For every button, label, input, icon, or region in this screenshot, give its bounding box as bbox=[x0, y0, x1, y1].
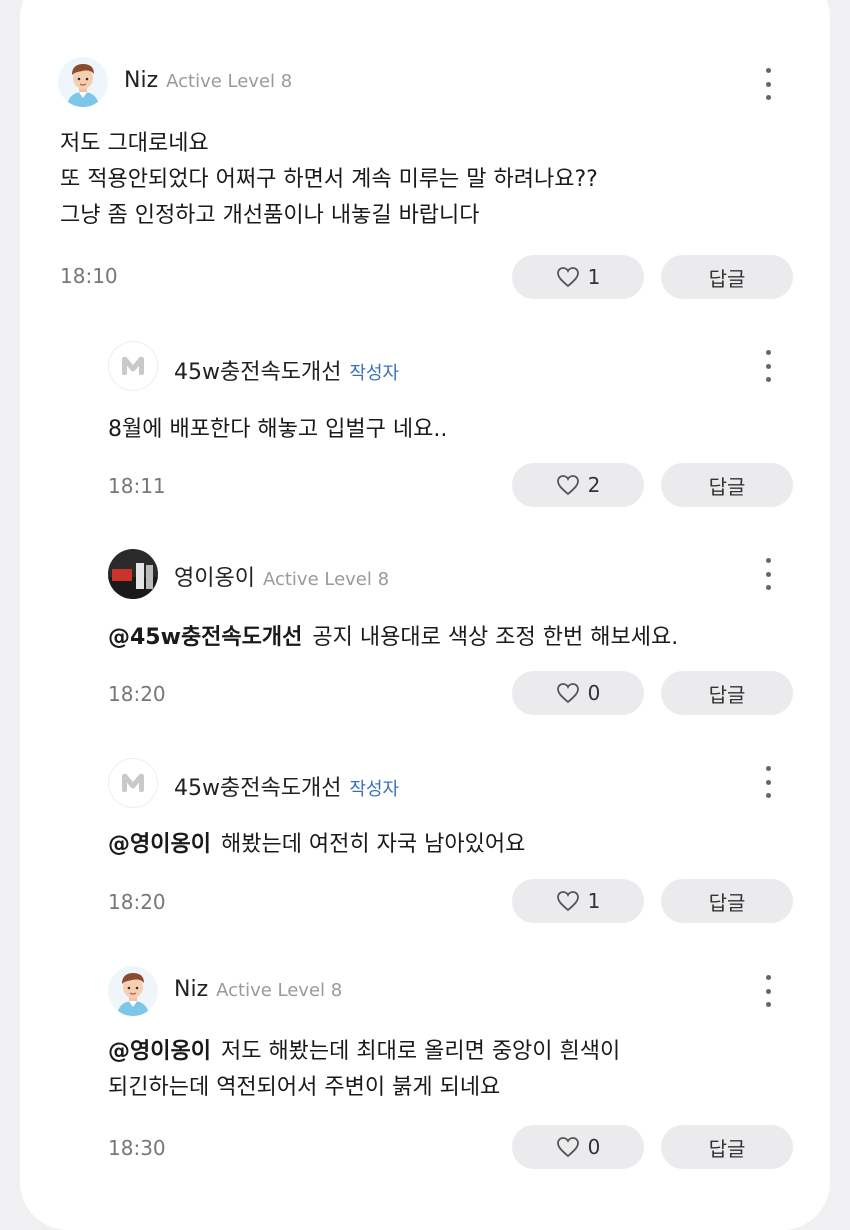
heart-outline-icon bbox=[556, 475, 579, 496]
mention-link[interactable]: @영이옹이 bbox=[108, 1039, 211, 1064]
like-button[interactable]: 2 bbox=[512, 463, 644, 507]
comment-username[interactable]: 영이옹이 Active Level 8 bbox=[174, 560, 389, 592]
heart-outline-icon bbox=[556, 891, 579, 912]
comment-text: 저도 그대로네요 또 적용안되었다 어쩌구 하면서 계속 미루는 말 하려나요?… bbox=[60, 126, 598, 234]
like-button[interactable]: 0 bbox=[512, 1125, 644, 1169]
mention-link[interactable]: @45w충전속도개선 bbox=[108, 625, 302, 650]
reply-button[interactable]: 답글 bbox=[661, 671, 793, 715]
user-level: Active Level 8 bbox=[262, 569, 390, 590]
heart-outline-icon bbox=[556, 683, 579, 704]
comment-text: @영이옹이 해봤는데 여전히 자국 남아있어요 bbox=[108, 827, 525, 863]
username-text: 45w충전속도개선 bbox=[174, 776, 342, 801]
m-logo-icon[interactable] bbox=[108, 758, 158, 808]
reply-button[interactable]: 답글 bbox=[661, 1125, 793, 1169]
comment-username[interactable]: Niz Active Level 8 bbox=[174, 977, 342, 1002]
comment-time: 18:20 bbox=[108, 890, 166, 914]
more-vertical-icon[interactable] bbox=[758, 68, 778, 100]
heart-outline-icon bbox=[556, 267, 579, 288]
comment-line: 저도 그대로네요 bbox=[60, 131, 209, 156]
more-vertical-icon[interactable] bbox=[758, 558, 778, 590]
like-button[interactable]: 1 bbox=[512, 255, 644, 299]
author-tag: 작성자 bbox=[349, 363, 400, 384]
username-text: 영이옹이 bbox=[174, 566, 255, 591]
comment-line: 해봤는데 여전히 자국 남아있어요 bbox=[220, 832, 526, 857]
comment-username[interactable]: 45w충전속도개선 작성자 bbox=[174, 770, 399, 802]
more-vertical-icon[interactable] bbox=[758, 975, 778, 1007]
comment-time: 18:11 bbox=[108, 474, 166, 498]
comment-line: 그냥 좀 인정하고 개선품이나 내놓길 바랍니다 bbox=[60, 203, 480, 228]
username-text: Niz bbox=[174, 977, 209, 1002]
username-text: Niz bbox=[124, 68, 159, 93]
like-count: 0 bbox=[587, 1135, 601, 1159]
comment-line: 되긴하는데 역전되어서 주변이 붉게 되네요 bbox=[108, 1075, 501, 1100]
user-level: Active Level 8 bbox=[216, 980, 343, 1001]
m-logo-icon[interactable] bbox=[108, 341, 158, 391]
heart-outline-icon bbox=[556, 1137, 579, 1158]
like-button[interactable]: 0 bbox=[512, 671, 644, 715]
person-avatar-icon[interactable] bbox=[108, 966, 158, 1016]
comment-line: 8월에 배포한다 해놓고 입벌구 네요.. bbox=[108, 417, 448, 442]
like-count: 0 bbox=[587, 681, 601, 705]
mention-link[interactable]: @영이옹이 bbox=[108, 832, 211, 857]
comment-username[interactable]: Niz Active Level 8 bbox=[124, 68, 292, 93]
comment-text: @45w충전속도개선 공지 내용대로 색상 조정 한번 해보세요. bbox=[108, 620, 678, 656]
comment-username[interactable]: 45w충전속도개선 작성자 bbox=[174, 354, 399, 386]
like-count: 2 bbox=[587, 473, 601, 497]
comment-time: 18:30 bbox=[108, 1136, 166, 1160]
reply-button[interactable]: 답글 bbox=[661, 255, 793, 299]
photo-avatar-icon[interactable] bbox=[108, 549, 158, 599]
comment-text: @영이옹이 저도 해봤는데 최대로 올리면 중앙이 흰색이 되긴하는데 역전되어서… bbox=[108, 1034, 620, 1106]
comment-line: 공지 내용대로 색상 조정 한번 해보세요. bbox=[312, 625, 679, 650]
comment-line: 또 적용안되었다 어쩌구 하면서 계속 미루는 말 하려나요?? bbox=[60, 167, 598, 192]
more-vertical-icon[interactable] bbox=[758, 766, 778, 798]
more-vertical-icon[interactable] bbox=[758, 350, 778, 382]
reply-button[interactable]: 답글 bbox=[661, 463, 793, 507]
comment-line: 저도 해봤는데 최대로 올리면 중앙이 흰색이 bbox=[220, 1039, 621, 1064]
comment-text: 8월에 배포한다 해놓고 입벌구 네요.. bbox=[108, 412, 447, 448]
username-text: 45w충전속도개선 bbox=[174, 360, 342, 385]
reply-button[interactable]: 답글 bbox=[661, 879, 793, 923]
comment-time: 18:10 bbox=[60, 264, 118, 288]
author-tag: 작성자 bbox=[349, 779, 400, 800]
user-level: Active Level 8 bbox=[166, 71, 293, 92]
person-avatar-icon[interactable] bbox=[58, 57, 108, 107]
like-button[interactable]: 1 bbox=[512, 879, 644, 923]
like-count: 1 bbox=[587, 265, 601, 289]
comment-time: 18:20 bbox=[108, 682, 166, 706]
like-count: 1 bbox=[587, 889, 601, 913]
